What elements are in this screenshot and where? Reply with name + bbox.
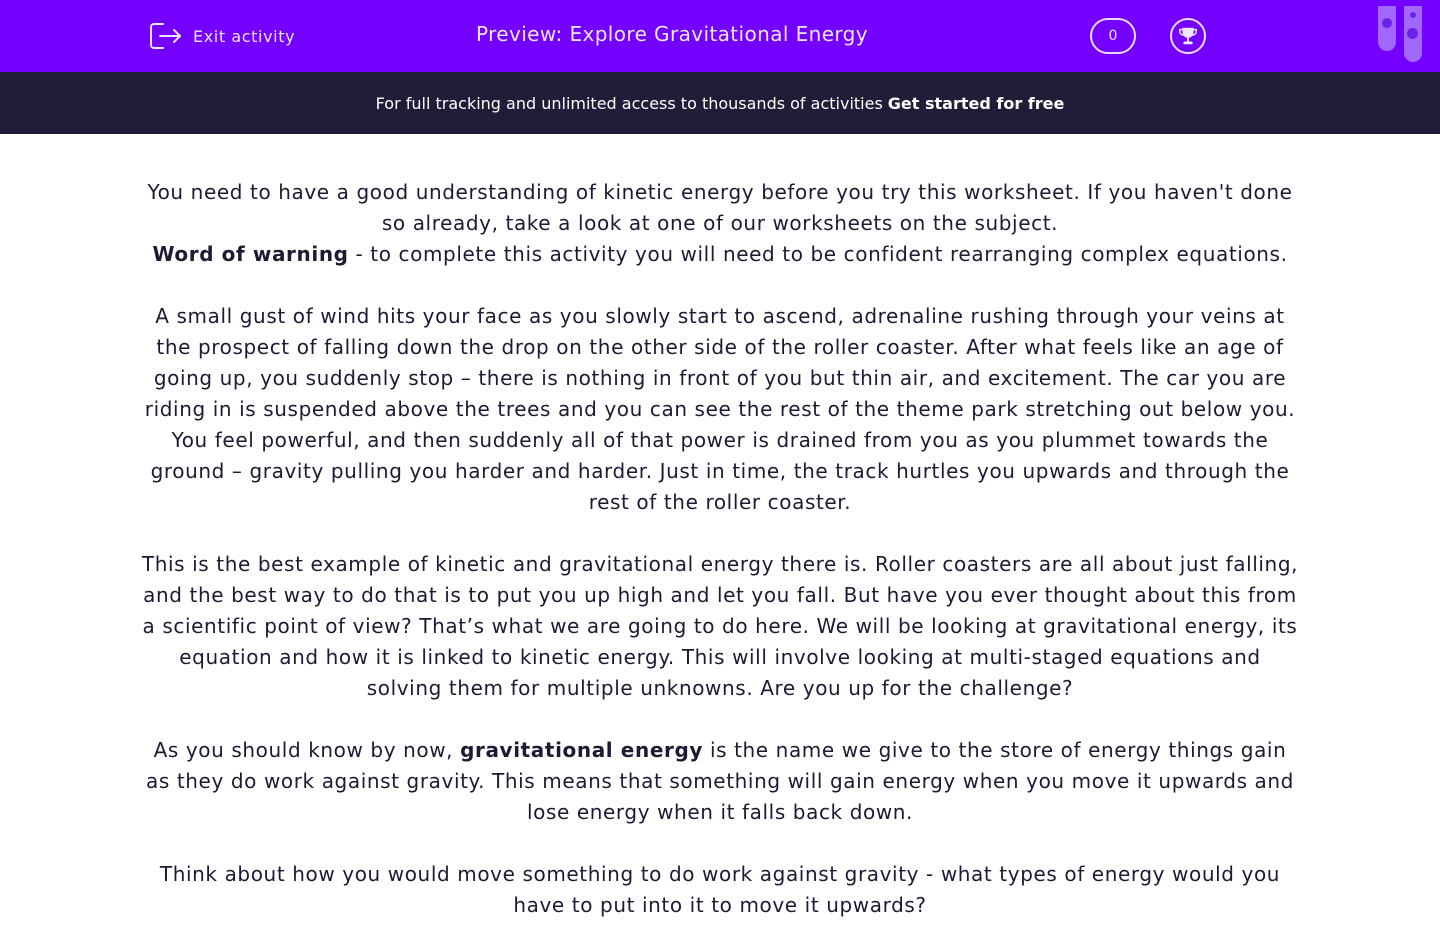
upgrade-banner: For full tracking and unlimited access t… <box>0 72 1440 134</box>
score-badge: 0 <box>1090 18 1136 54</box>
banner-text: For full tracking and unlimited access t… <box>375 93 883 113</box>
warning-label: Word of warning <box>152 242 349 266</box>
intro-paragraph: You need to have a good understanding of… <box>147 180 1293 235</box>
activity-introduction: You need to have a good understanding of… <box>140 177 1300 952</box>
story-paragraph: A small gust of wind hits your face as y… <box>144 304 1296 514</box>
definition-term: gravitational energy <box>460 738 703 762</box>
decorative-tube-icon <box>1404 6 1422 62</box>
warning-text: - to complete this activity you will nee… <box>348 242 1288 266</box>
definition-text-start: As you should know by now, <box>153 738 461 762</box>
trophy-icon <box>1179 27 1197 45</box>
get-started-link[interactable]: Get started for free <box>888 94 1065 113</box>
definition-paragraph: As you should know by now, gravitational… <box>140 735 1300 828</box>
warning-paragraph: Word of warning - to complete this activ… <box>140 239 1300 270</box>
trophy-button[interactable] <box>1170 18 1206 54</box>
decorative-tube-icon <box>1378 6 1396 51</box>
page-title: Preview: Explore Gravitational Energy <box>475 22 869 46</box>
question-paragraph: Think about how you would move something… <box>159 862 1281 917</box>
top-bar: Exit activity Preview: Explore Gravitati… <box>0 0 1440 72</box>
explanation-paragraph: This is the best example of kinetic and … <box>141 552 1299 700</box>
